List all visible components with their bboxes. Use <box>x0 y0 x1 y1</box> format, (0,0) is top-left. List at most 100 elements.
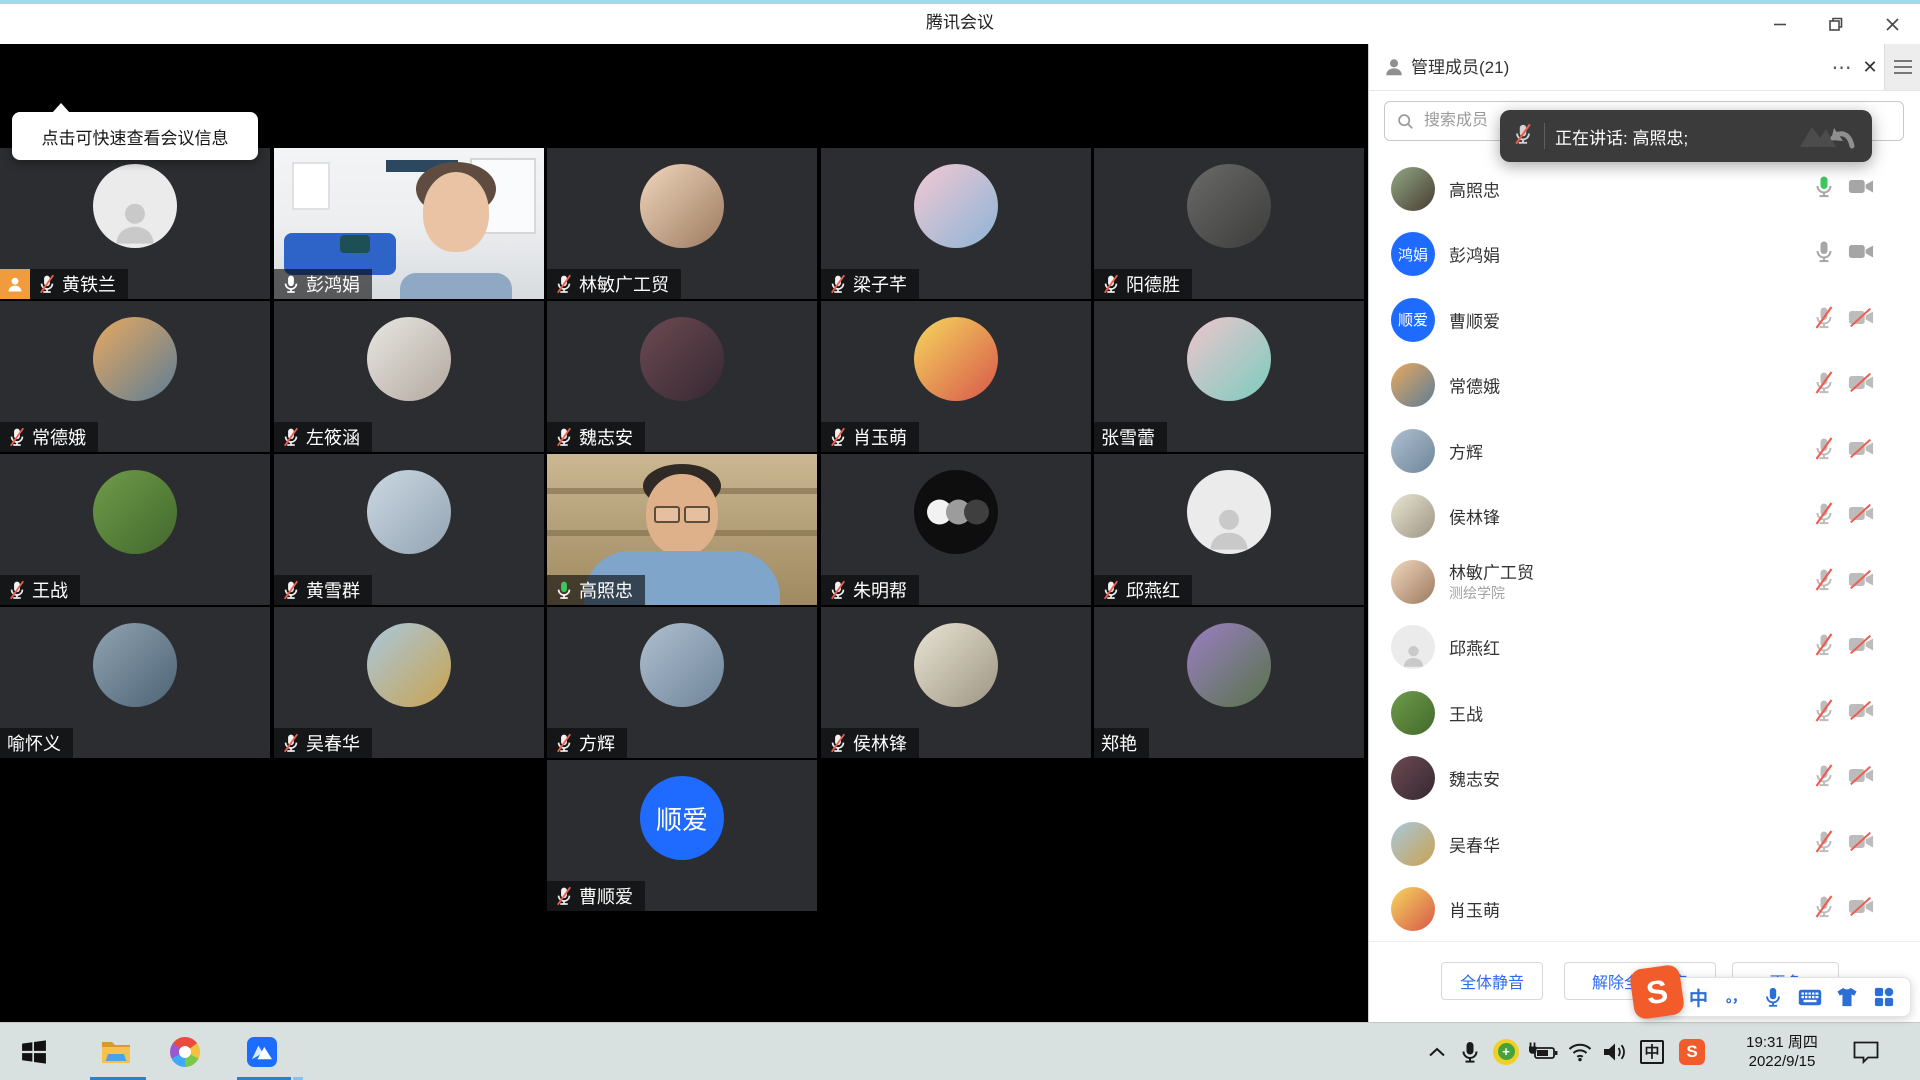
video-tile[interactable]: 吴春华 <box>274 607 544 758</box>
muted-mic-icon <box>828 427 848 447</box>
more-options-button[interactable]: ⋯ <box>1827 44 1857 90</box>
tray-wifi-icon[interactable] <box>1567 1041 1593 1063</box>
member-row[interactable]: 顺爱曹顺爱 <box>1369 287 1920 352</box>
panel-menu-button[interactable] <box>1884 44 1920 90</box>
participant-avatar <box>93 623 177 707</box>
member-camera-off-icon[interactable] <box>1848 308 1874 332</box>
ime-voice-input-icon[interactable] <box>1754 977 1791 1017</box>
tray-show-hidden-icons[interactable] <box>1427 1046 1447 1058</box>
member-muted-mic-icon[interactable] <box>1812 764 1836 793</box>
participant-name: 高照忠 <box>579 577 633 603</box>
video-tile[interactable]: 方辉 <box>547 607 817 758</box>
member-muted-mic-icon[interactable] <box>1812 305 1836 334</box>
member-muted-mic-icon[interactable] <box>1812 633 1836 662</box>
member-camera-off-icon[interactable] <box>1848 701 1874 725</box>
browser-button[interactable] <box>161 1023 209 1080</box>
video-tile[interactable]: 顺爱 曹顺爱 <box>547 760 817 911</box>
speaking-toast: 正在讲话: 高照忠; <box>1500 110 1872 162</box>
video-tile[interactable]: 郑艳 <box>1094 607 1364 758</box>
close-button[interactable] <box>1864 4 1920 44</box>
member-muted-mic-icon[interactable] <box>1812 436 1836 465</box>
participant-name: 郑艳 <box>1101 730 1137 756</box>
video-tile[interactable]: 张雪蕾 <box>1094 301 1364 452</box>
member-speaking-mic-icon[interactable] <box>1812 174 1836 203</box>
member-camera-on-icon[interactable] <box>1848 242 1874 266</box>
tray-speaker-icon[interactable] <box>1602 1041 1628 1063</box>
member-row[interactable]: 林敏广工贸测绘学院 <box>1369 549 1920 614</box>
tray-microphone-icon[interactable] <box>1458 1040 1482 1064</box>
member-muted-mic-icon[interactable] <box>1812 567 1836 596</box>
ime-toolbox-icon[interactable] <box>1865 977 1902 1017</box>
video-tile[interactable]: 黄雪群 <box>274 454 544 605</box>
member-row[interactable]: 鸿娟彭鸿娟 <box>1369 222 1920 287</box>
member-row[interactable]: 方辉 <box>1369 418 1920 483</box>
member-camera-off-icon[interactable] <box>1848 832 1874 856</box>
member-camera-off-icon[interactable] <box>1848 439 1874 463</box>
member-muted-mic-icon[interactable] <box>1812 502 1836 531</box>
tray-input-method-indicator[interactable]: 中 <box>1640 1040 1664 1064</box>
member-camera-off-icon[interactable] <box>1848 897 1874 921</box>
member-row[interactable]: 邱燕红 <box>1369 615 1920 680</box>
member-muted-mic-icon[interactable] <box>1812 698 1836 727</box>
member-camera-off-icon[interactable] <box>1848 635 1874 659</box>
muted-mic-icon <box>828 274 848 294</box>
member-camera-off-icon[interactable] <box>1848 570 1874 594</box>
ime-punctuation-mode[interactable]: 。， <box>1717 977 1754 1017</box>
file-explorer-button[interactable] <box>92 1023 140 1080</box>
member-row[interactable]: 侯林锋 <box>1369 484 1920 549</box>
avatar <box>1391 167 1435 211</box>
video-tile[interactable]: 邱燕红 <box>1094 454 1364 605</box>
member-row[interactable]: 吴春华 <box>1369 811 1920 876</box>
video-tile[interactable]: 梁子芊 <box>821 148 1091 299</box>
video-tile[interactable]: 侯林锋 <box>821 607 1091 758</box>
panel-close-button[interactable]: ✕ <box>1855 44 1885 90</box>
video-tile[interactable]: 高照忠 <box>547 454 817 605</box>
member-row[interactable]: 魏志安 <box>1369 746 1920 811</box>
member-muted-mic-icon[interactable] <box>1812 895 1836 924</box>
minimize-button[interactable] <box>1752 4 1808 44</box>
video-tile[interactable]: 黄铁兰 <box>0 148 270 299</box>
member-camera-on-icon[interactable] <box>1848 177 1874 201</box>
member-muted-mic-icon[interactable] <box>1812 371 1836 400</box>
ime-chinese-mode[interactable]: 中 <box>1680 977 1717 1017</box>
avatar <box>1391 625 1435 669</box>
member-camera-off-icon[interactable] <box>1848 373 1874 397</box>
video-tile[interactable]: 魏志安 <box>547 301 817 452</box>
restore-button[interactable] <box>1808 4 1864 44</box>
member-row[interactable]: 肖玉萌 <box>1369 877 1920 942</box>
video-tile[interactable]: 常德娥 <box>0 301 270 452</box>
member-muted-mic-icon[interactable] <box>1812 829 1836 858</box>
video-tile[interactable]: 王战 <box>0 454 270 605</box>
mute-all-button[interactable]: 全体静音 <box>1441 962 1543 1000</box>
member-row[interactable]: 高照忠 <box>1369 156 1920 221</box>
participant-avatar <box>1187 470 1271 554</box>
ime-skin-icon[interactable] <box>1828 977 1865 1017</box>
video-tile[interactable]: 朱明帮 <box>821 454 1091 605</box>
participant-name: 邱燕红 <box>1126 577 1180 603</box>
member-camera-off-icon[interactable] <box>1848 504 1874 528</box>
ime-keyboard-icon[interactable] <box>1791 977 1828 1017</box>
taskbar-clock[interactable]: 19:31 周四 2022/9/15 <box>1722 1033 1842 1071</box>
tencent-meeting-taskbar-button[interactable] <box>238 1023 286 1080</box>
action-center-button[interactable] <box>1852 1040 1880 1064</box>
avatar <box>367 623 451 707</box>
title-bar[interactable]: 腾讯会议 <box>0 0 1920 44</box>
member-mic-on-icon[interactable] <box>1812 240 1836 269</box>
tray-battery-icon[interactable] <box>1527 1041 1559 1063</box>
member-row[interactable]: 常德娥 <box>1369 353 1920 418</box>
tray-360-security-icon[interactable]: + <box>1493 1039 1519 1065</box>
video-tile[interactable]: 彭鸿娟 <box>274 148 544 299</box>
tray-sogou-icon[interactable]: S <box>1679 1039 1705 1065</box>
toast-watermark <box>1798 119 1860 153</box>
video-tile[interactable]: 阳德胜 <box>1094 148 1364 299</box>
member-row[interactable]: 王战 <box>1369 680 1920 745</box>
sogou-ime-logo[interactable]: S <box>1629 964 1685 1020</box>
video-tile[interactable]: 左筱涵 <box>274 301 544 452</box>
member-camera-off-icon[interactable] <box>1848 766 1874 790</box>
ime-toolbar[interactable]: 中 。， <box>1645 977 1911 1017</box>
start-button[interactable] <box>10 1023 58 1080</box>
video-tile[interactable]: 肖玉萌 <box>821 301 1091 452</box>
video-tile[interactable]: 林敏广工贸 <box>547 148 817 299</box>
participant-avatar <box>93 164 177 248</box>
video-tile[interactable]: 喻怀义 <box>0 607 270 758</box>
